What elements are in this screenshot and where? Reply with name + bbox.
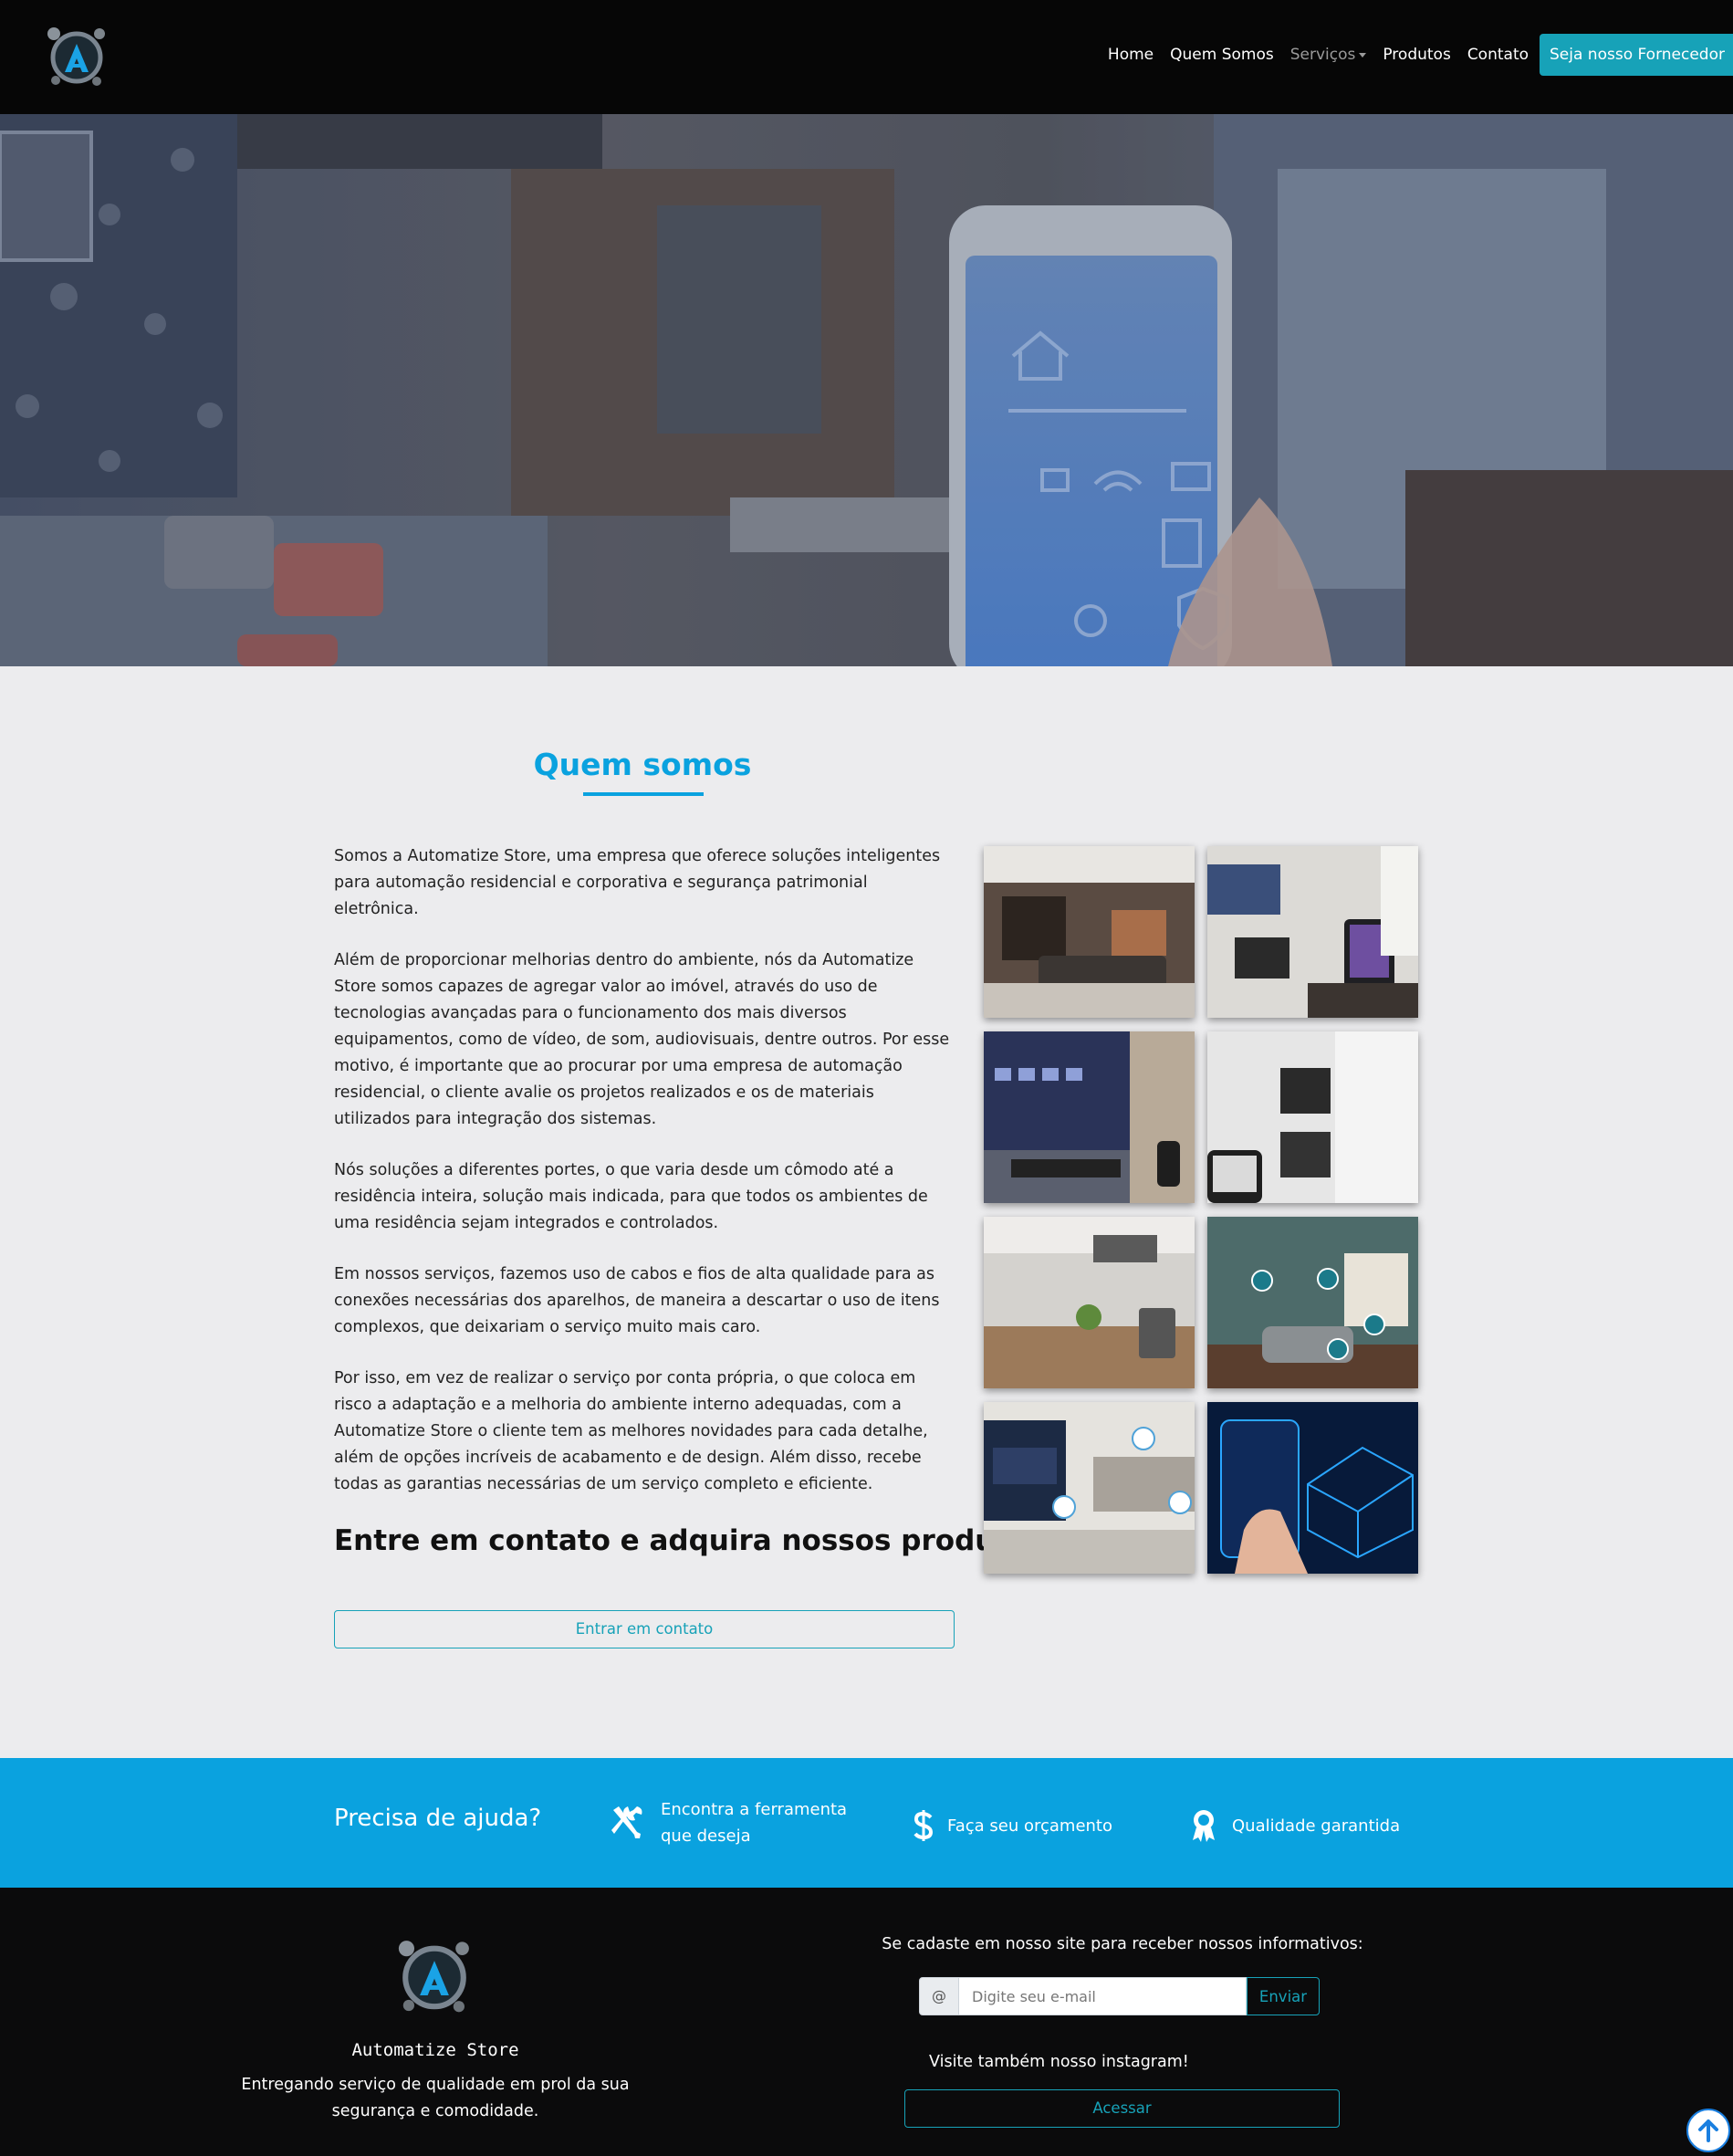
nav-menu: Home Quem Somos Serviços Produtos Contat… <box>1100 34 1733 76</box>
about-text: Somos a Automatize Store, uma empresa qu… <box>334 843 955 1523</box>
about-paragraph: Somos a Automatize Store, uma empresa qu… <box>334 847 941 918</box>
hero-image <box>0 114 1733 666</box>
gallery-image-dining[interactable] <box>984 1217 1195 1388</box>
newsletter-form: @ Enviar <box>919 1977 1320 2015</box>
tools-icon <box>611 1806 642 1838</box>
dollar-icon <box>913 1810 934 1841</box>
nav-quem-somos[interactable]: Quem Somos <box>1162 46 1282 64</box>
help-item-budget[interactable]: Faça seu orçamento <box>913 1808 1112 1843</box>
about-paragraph: Nós soluções a diferentes portes, o que … <box>334 1161 928 1232</box>
about-paragraph: Em nossos serviços, fazemos uso de cabos… <box>334 1265 940 1336</box>
help-item-label: Encontra a ferramenta que deseja <box>661 1800 848 1846</box>
instagram-button[interactable]: Acessar <box>904 2089 1340 2128</box>
newsletter-send-button[interactable]: Enviar <box>1247 1977 1320 2015</box>
newsletter-email-input[interactable] <box>959 1977 1247 2015</box>
contact-heading: Entre em contato e adquira nossos produt… <box>334 1524 1059 1557</box>
about-paragraph: Por isso, em vez de realizar o serviço p… <box>334 1369 928 1493</box>
automatize-logo-icon[interactable] <box>44 24 110 88</box>
newsletter-label: Se cadaste em nosso site para receber no… <box>882 1935 1363 1953</box>
help-item-label: Qualidade garantida <box>1232 1816 1401 1836</box>
gallery-image-smart-home[interactable] <box>1207 1217 1418 1388</box>
footer-brand-name: Automatize Store <box>351 2040 519 2060</box>
footer: Automatize Store Entregando serviço de q… <box>0 1888 1733 2156</box>
instagram-label: Visite também nosso instagram! <box>929 2053 1189 2071</box>
help-item-quality[interactable]: Qualidade garantida <box>1190 1808 1400 1843</box>
scroll-to-top-button[interactable] <box>1686 2109 1730 2152</box>
help-item-tools[interactable]: Encontra a ferramenta que deseja <box>610 1796 852 1849</box>
gallery-image-living-room[interactable] <box>984 846 1195 1018</box>
at-sign-prefix: @ <box>919 1977 959 2015</box>
help-strip: Precisa de ajuda? Encontra a ferramenta … <box>0 1758 1733 1888</box>
arrow-up-icon <box>1698 2119 1718 2142</box>
gallery-image-blueprint[interactable] <box>1207 1402 1418 1574</box>
gallery-image-tablet-room[interactable] <box>1207 846 1418 1018</box>
gallery-image-kitchen[interactable] <box>1207 1031 1418 1203</box>
help-item-label: Faça seu orçamento <box>947 1816 1112 1836</box>
title-underline <box>583 792 704 796</box>
nav-home[interactable]: Home <box>1100 46 1162 64</box>
nav-contato[interactable]: Contato <box>1459 46 1537 64</box>
nav-produtos[interactable]: Produtos <box>1374 46 1458 64</box>
nav-servicos-label: Serviços <box>1289 46 1356 64</box>
about-paragraph: Além de proporcionar melhorias dentro do… <box>334 951 950 1128</box>
chevron-down-icon <box>1359 52 1367 58</box>
footer-tagline: Entregando serviço de qualidade em prol … <box>241 2076 630 2120</box>
contact-button[interactable]: Entrar em contato <box>334 1610 955 1648</box>
gallery-image-tv-wall[interactable] <box>984 1031 1195 1203</box>
about-title: Quem somos <box>533 747 752 782</box>
help-title: Precisa de ajuda? <box>334 1805 542 1832</box>
nav-servicos-dropdown[interactable]: Serviços <box>1282 46 1375 64</box>
gallery-image-connected-living[interactable] <box>984 1402 1195 1574</box>
automatize-logo-icon <box>394 1936 475 2015</box>
navbar: Home Quem Somos Serviços Produtos Contat… <box>0 0 1733 114</box>
award-icon <box>1193 1810 1215 1842</box>
supplier-button[interactable]: Seja nosso Fornecedor <box>1540 34 1733 76</box>
